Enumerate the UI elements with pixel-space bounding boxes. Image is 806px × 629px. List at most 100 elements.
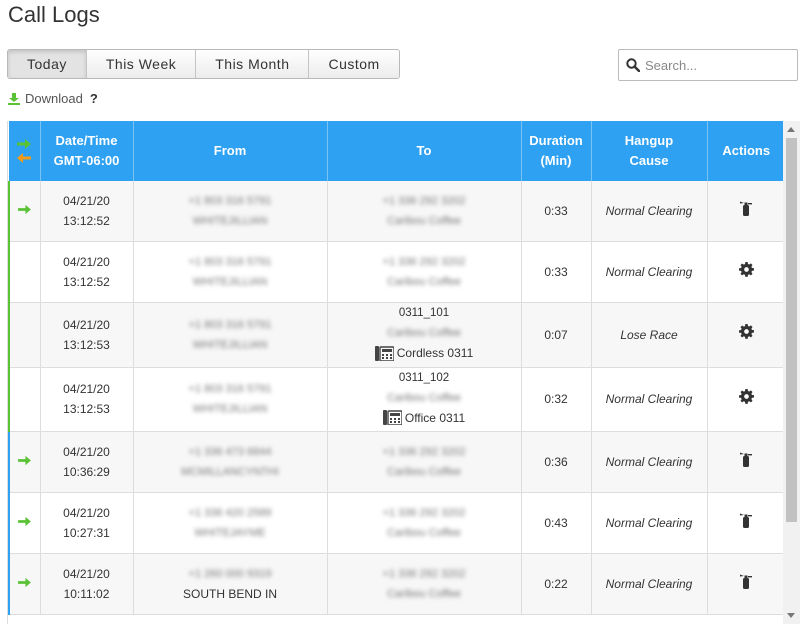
- search-input[interactable]: [645, 54, 793, 76]
- from-name: WHITEJILLIAN: [192, 276, 268, 288]
- to-number: +1 336 292 3202: [382, 446, 466, 458]
- from-name: WHITEJILLIAN: [192, 215, 268, 227]
- direction-cell: [8, 492, 41, 554]
- datetime-header-label: Date/Time: [55, 133, 118, 148]
- scroll-thumb[interactable]: [786, 138, 797, 522]
- from-cell: +1 803 316 5791 WHITEJILLIAN: [133, 241, 328, 303]
- gear-icon: [738, 388, 754, 404]
- download-link[interactable]: Download ?: [8, 91, 98, 106]
- from-name: WHITEJILLIAN: [192, 338, 268, 351]
- hangup-cause-header[interactable]: Hangup Cause: [591, 121, 708, 181]
- action-button[interactable]: [738, 324, 754, 345]
- direction-cell: [8, 241, 41, 303]
- duration-cell: 0:07: [521, 302, 592, 368]
- datetime-cell: 04/21/20 13:12:53: [40, 367, 134, 432]
- to-name: Caribou Coffee: [387, 276, 461, 288]
- tab-today[interactable]: Today: [8, 50, 87, 78]
- datetime-cell: 04/21/20 10:27:31: [40, 492, 134, 554]
- duration-cell: 0:43: [521, 492, 592, 554]
- hangup-cause-cell: Normal Clearing: [591, 431, 708, 493]
- hangup-cause-cell: Lose Race: [591, 302, 708, 368]
- table-row[interactable]: 04/21/20 10:36:29 +1 336 473 6844 MCMILLANC…: [8, 431, 784, 493]
- hangup-cause-cell: Normal Clearing: [591, 367, 708, 432]
- from-name: SOUTH BEND IN: [182, 587, 277, 601]
- table-row[interactable]: 04/21/20 13:12:53 +1 803 316 5791 WHITEJILL…: [8, 367, 784, 432]
- action-button[interactable]: [739, 573, 753, 595]
- to-cell: +1 336 292 3202 Caribou Coffee: [327, 181, 522, 242]
- gear-icon: [738, 324, 754, 340]
- table-row[interactable]: 04/21/20 10:27:31 +1 336 420 2589 WHITEJAYM…: [8, 492, 784, 554]
- actions-cell: [707, 431, 784, 493]
- call-time: 13:12:52: [63, 275, 110, 289]
- to-name: Caribou Coffee: [387, 215, 461, 227]
- from-cell: +1 336 473 6844 MCMILLANCYNTHI: [133, 431, 328, 493]
- action-button[interactable]: [739, 512, 753, 534]
- call-date: 04/21/20: [63, 382, 110, 397]
- call-date: 04/21/20: [63, 445, 110, 459]
- to-number: +1 336 292 3202: [382, 507, 466, 519]
- help-icon[interactable]: ?: [90, 91, 98, 106]
- duration-header[interactable]: Duration (Min): [521, 121, 592, 181]
- call-log-table-wrapper: Date/Time GMT-06:00 From To Duration (Min)…: [7, 121, 784, 624]
- from-number: +1 336 473 6844: [188, 446, 272, 458]
- to-name: Caribou Coffee: [387, 527, 461, 539]
- datetime-cell: 04/21/20 13:12:52: [40, 241, 134, 303]
- duration-cell: 0:33: [521, 241, 592, 303]
- to-cell: 0311_102 Caribou Coffee Office 0311: [327, 367, 522, 432]
- scroll-down-arrow[interactable]: [787, 613, 795, 618]
- direction-header[interactable]: [9, 121, 41, 181]
- from-cell: +1 803 316 5791 WHITEJILLIAN: [133, 302, 328, 368]
- arrow-right-icon: [17, 139, 32, 149]
- call-time: 13:12:53: [63, 402, 110, 417]
- from-name: WHITEJAYME: [194, 527, 266, 539]
- datetime-header[interactable]: Date/Time GMT-06:00: [40, 121, 134, 181]
- table-row[interactable]: 04/21/20 13:12:52 +1 803 316 5791 WHITEJILL…: [8, 181, 784, 242]
- table-scrollbar[interactable]: [783, 121, 800, 624]
- action-button[interactable]: [738, 261, 754, 283]
- to-cell: +1 336 292 3202 Caribou Coffee: [327, 553, 522, 615]
- from-header[interactable]: From: [133, 121, 328, 181]
- action-button[interactable]: [739, 200, 753, 222]
- call-date: 04/21/20: [63, 194, 110, 208]
- from-cell: +1 336 420 2589 WHITEJAYME: [133, 492, 328, 554]
- action-button[interactable]: [739, 451, 753, 473]
- actions-cell: [707, 553, 784, 615]
- tab-this-week[interactable]: This Week: [86, 50, 197, 78]
- to-device: Cordless 0311: [374, 343, 473, 363]
- duration-cell: 0:33: [521, 181, 592, 242]
- duration-cell: 0:22: [521, 553, 592, 615]
- to-cell: +1 336 292 3202 Caribou Coffee: [327, 492, 522, 554]
- tab-this-month[interactable]: This Month: [196, 50, 310, 78]
- desk-phone-icon: [382, 410, 402, 425]
- to-device: Office 0311: [382, 408, 465, 428]
- actions-cell: [707, 492, 784, 554]
- call-time: 13:12:53: [63, 337, 110, 352]
- to-extension: 0311_102: [398, 371, 450, 384]
- direction-cell: [8, 431, 41, 493]
- tab-custom[interactable]: Custom: [309, 50, 399, 78]
- hangup-header-label-1: Hangup: [624, 133, 674, 148]
- to-header[interactable]: To: [327, 121, 522, 181]
- scroll-up-arrow[interactable]: [787, 127, 795, 132]
- action-button[interactable]: [738, 388, 754, 410]
- call-date: 04/21/20: [63, 255, 110, 269]
- fire-extinguisher-icon: [740, 201, 753, 216]
- direction-cell: [8, 302, 41, 368]
- actions-cell: [707, 241, 784, 303]
- from-name: MCMILLANCYNTHI: [181, 466, 279, 478]
- to-name: Caribou Coffee: [387, 327, 461, 339]
- desk-phone-icon: [374, 345, 394, 361]
- datetime-cell: 04/21/20 10:11:02: [40, 553, 134, 615]
- timezone-label: GMT-06:00: [53, 153, 120, 168]
- gear-icon: [738, 261, 754, 277]
- from-number: +1 803 316 5791: [188, 195, 272, 207]
- table-row[interactable]: 04/21/20 13:12:52 +1 803 316 5791 WHITEJILL…: [8, 241, 784, 303]
- from-cell: +1 803 316 5791 WHITEJILLIAN: [133, 181, 328, 242]
- direction-cell: [8, 553, 41, 615]
- hangup-cause-cell: Normal Clearing: [591, 492, 708, 554]
- fire-extinguisher-icon: [740, 452, 753, 467]
- table-row[interactable]: 04/21/20 10:11:02 +1 260 000 9319 SOUTH BEN…: [8, 553, 784, 615]
- date-filter-group: Today This Week This Month Custom: [7, 49, 400, 79]
- table-row[interactable]: 04/21/20 13:12:53 +1 803 316 5791 WHITEJILL…: [8, 302, 784, 368]
- search-box[interactable]: [618, 49, 798, 81]
